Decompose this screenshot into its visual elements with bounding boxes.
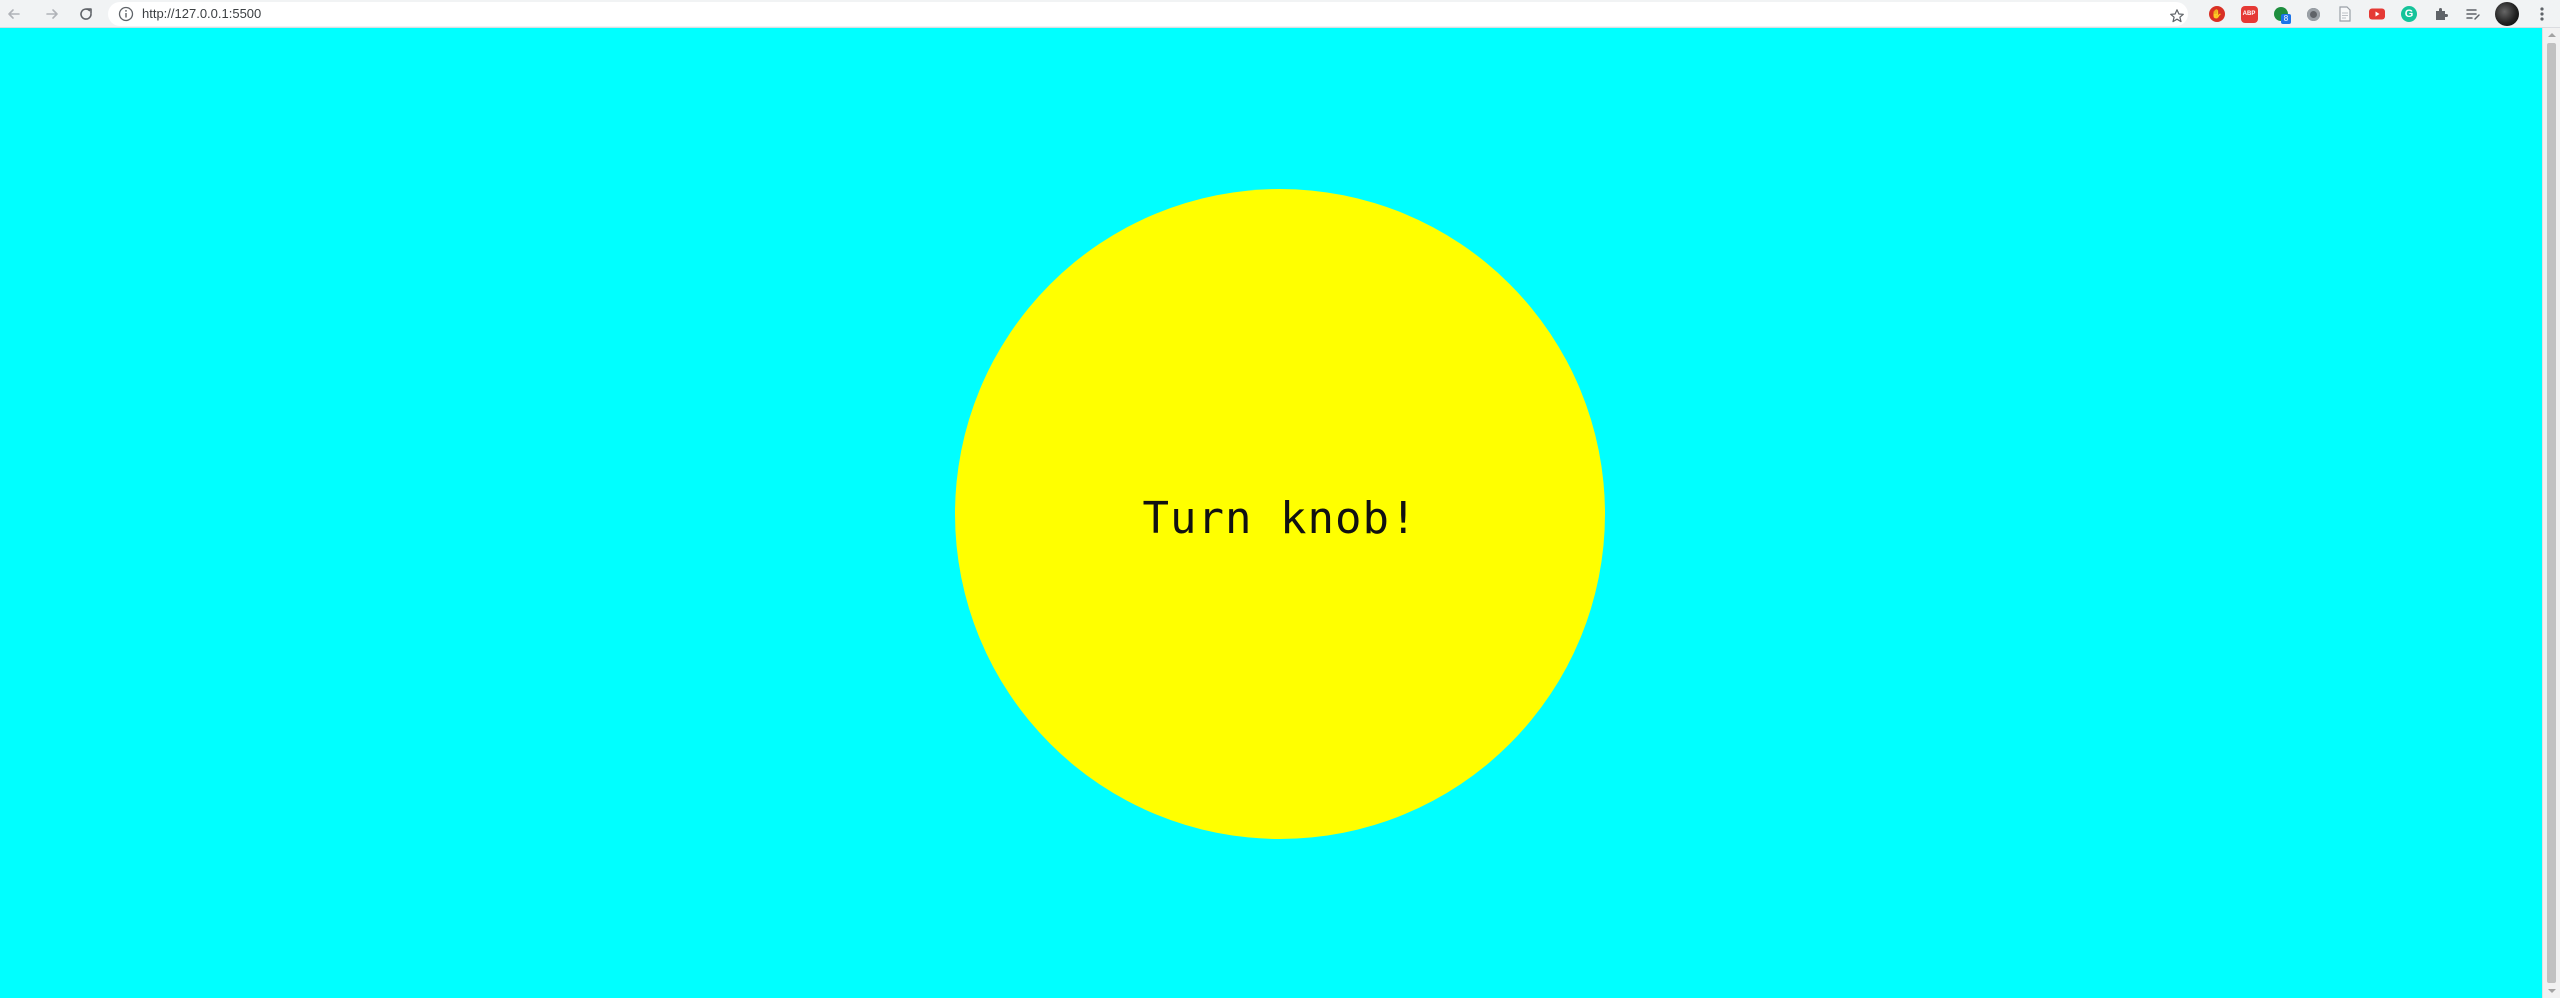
page-viewport: Turn knob! bbox=[0, 28, 2542, 998]
extension-green-dot-button[interactable]: 8 bbox=[2270, 3, 2292, 25]
extension-badge-count: 8 bbox=[2281, 14, 2291, 24]
reading-list-icon bbox=[2466, 9, 2480, 20]
forward-button[interactable] bbox=[38, 0, 66, 28]
bookmark-star-button[interactable] bbox=[2166, 5, 2188, 27]
puzzle-icon bbox=[2436, 8, 2448, 20]
arrow-left-icon bbox=[8, 9, 20, 19]
extension-red-hand-icon: ✋ bbox=[2209, 6, 2225, 22]
back-button[interactable] bbox=[0, 0, 28, 28]
scroll-up-arrow-icon bbox=[2547, 33, 2556, 37]
extension-youtube-button[interactable] bbox=[2366, 3, 2388, 25]
reload-icon bbox=[80, 8, 92, 20]
extensions-menu-button[interactable] bbox=[2430, 3, 2452, 25]
knob-label: Turn knob! bbox=[1142, 492, 1418, 544]
vertical-scrollbar[interactable] bbox=[2542, 28, 2560, 998]
star-icon bbox=[2170, 9, 2184, 23]
browser-toolbar: http://127.0.0.1:5500 ✋ ABP 8 G bbox=[0, 0, 2560, 28]
browser-menu-button[interactable] bbox=[2530, 2, 2554, 26]
scroll-down-button[interactable] bbox=[2543, 984, 2560, 998]
extension-grammarly-icon: G bbox=[2401, 6, 2417, 22]
extension-grey-circle-button[interactable] bbox=[2302, 3, 2324, 25]
address-bar[interactable]: http://127.0.0.1:5500 bbox=[108, 2, 2188, 26]
reload-button[interactable] bbox=[72, 0, 100, 28]
reading-list-button[interactable] bbox=[2462, 3, 2484, 25]
info-icon[interactable] bbox=[118, 6, 134, 22]
extension-grammarly-button[interactable]: G bbox=[2398, 3, 2420, 25]
extension-adblock-button[interactable]: ABP bbox=[2238, 3, 2260, 25]
scroll-thumb[interactable] bbox=[2547, 43, 2556, 983]
scroll-down-arrow-icon bbox=[2547, 989, 2556, 993]
arrow-right-icon bbox=[46, 9, 58, 19]
extension-document-icon bbox=[2339, 6, 2351, 22]
profile-avatar[interactable] bbox=[2495, 2, 2519, 26]
scroll-up-button[interactable] bbox=[2543, 28, 2560, 42]
extension-document-button[interactable] bbox=[2334, 3, 2356, 25]
extension-youtube-icon bbox=[2369, 8, 2385, 20]
knob-button[interactable]: Turn knob! bbox=[955, 189, 1605, 839]
more-vertical-icon bbox=[2540, 7, 2544, 21]
url-text[interactable]: http://127.0.0.1:5500 bbox=[142, 2, 261, 26]
extension-grey-circle-icon bbox=[2306, 7, 2320, 21]
extension-red-hand-button[interactable]: ✋ bbox=[2206, 3, 2228, 25]
extension-adblock-icon: ABP bbox=[2240, 5, 2258, 23]
